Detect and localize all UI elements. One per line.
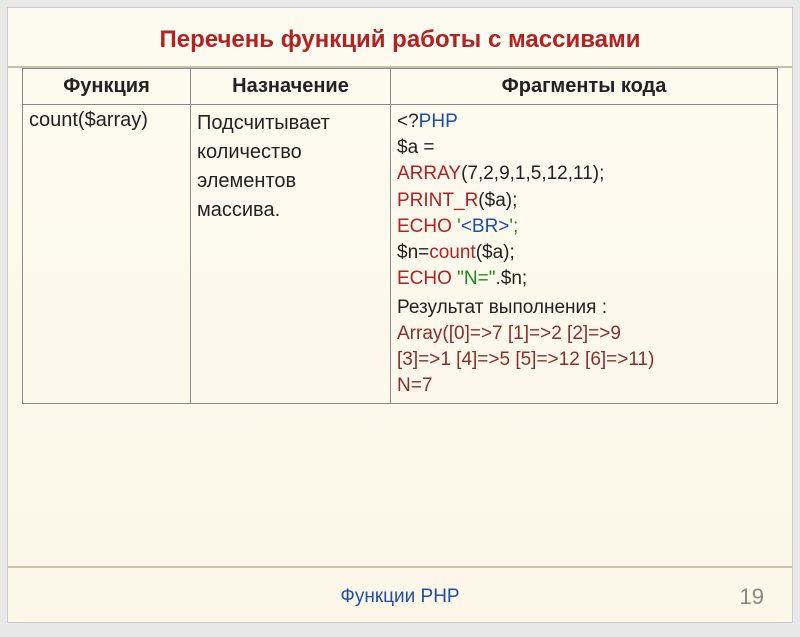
code-fn-echo: ECHO [397, 216, 452, 237]
result-line: N=7 [397, 375, 432, 396]
code-string: '; [509, 216, 518, 237]
result-line: Array([0]=>7 [1]=>2 [2]=>9 [397, 323, 621, 344]
cell-code: <?PHP $a = ARRAY(7,2,9,1,5,12,11); PRINT… [391, 105, 778, 404]
code-text: ($a); [478, 190, 517, 211]
code-string-br: <BR> [461, 216, 510, 237]
result-label: Результат выполнения : [397, 295, 771, 321]
code-fn-printr: PRINT_R [397, 190, 478, 211]
slide-footer: Функции PHP [8, 586, 792, 608]
code-text: (7,2,9,1,5,12,11); [461, 163, 604, 184]
cell-description: Подсчитывает количество элементов массив… [191, 105, 391, 404]
col-header-purpose: Назначение [191, 69, 391, 105]
code-text: $a = [397, 137, 435, 158]
code-text: $n= [397, 242, 429, 263]
functions-table: Функция Назначение Фрагменты кода count(… [22, 68, 778, 404]
col-header-code: Фрагменты кода [391, 69, 778, 105]
col-header-function: Функция [23, 69, 191, 105]
table-row: count($array) Подсчитывает количество эл… [23, 105, 778, 404]
code-text: <? [397, 111, 419, 132]
code-fn-array: ARRAY [397, 163, 461, 184]
code-string: "N=" [452, 268, 496, 289]
footer-text: Функции PHP [340, 586, 459, 608]
table-header-row: Функция Назначение Фрагменты кода [23, 69, 778, 105]
page-number: 19 [740, 584, 764, 610]
result-line: [3]=>1 [4]=>5 [5]=>12 [6]=>11) [397, 349, 654, 370]
code-keyword-php: PHP [419, 111, 458, 132]
footer-separator [8, 566, 792, 568]
slide: Перечень функций работы с массивами Функ… [7, 7, 793, 623]
slide-title: Перечень функций работы с массивами [22, 18, 778, 66]
code-fn-count: count [429, 242, 475, 263]
code-text: ($a); [476, 242, 515, 263]
cell-function: count($array) [23, 105, 191, 404]
code-string: ' [452, 216, 461, 237]
code-text: .$n; [496, 268, 528, 289]
code-fn-echo: ECHO [397, 268, 452, 289]
